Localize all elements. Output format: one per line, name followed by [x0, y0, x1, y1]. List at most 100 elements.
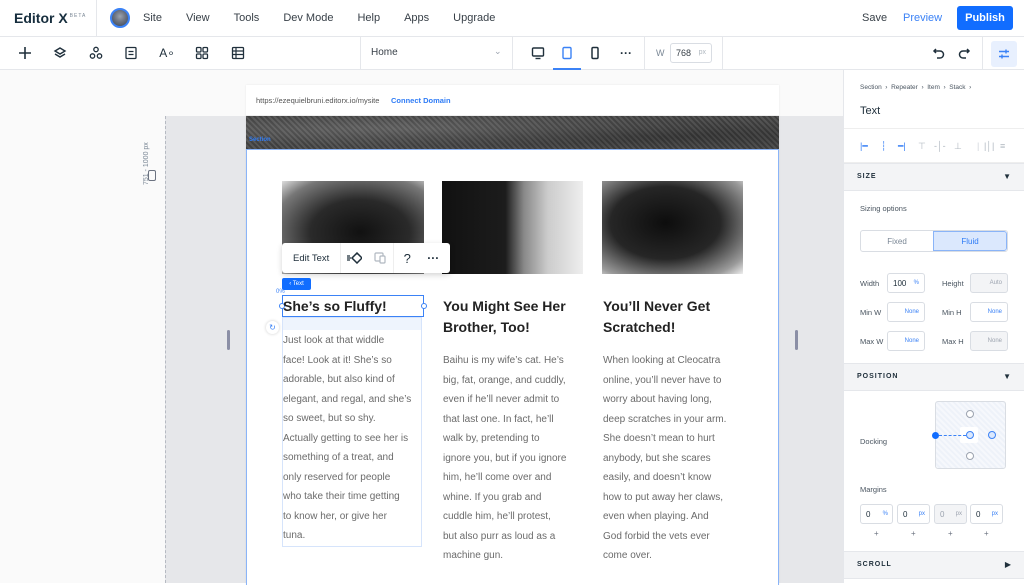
breadcrumb-item[interactable]: Item: [927, 84, 940, 91]
sizing-fluid-option[interactable]: Fluid: [933, 231, 1007, 251]
cms-table-icon[interactable]: [229, 44, 247, 62]
connect-domain-link[interactable]: Connect Domain: [391, 96, 451, 105]
section-tag[interactable]: Section: [249, 137, 271, 143]
align-bottom-icon[interactable]: ⊥: [954, 141, 962, 152]
size-section-header[interactable]: SIZE ▼: [844, 163, 1024, 191]
preview-button[interactable]: Preview: [903, 12, 942, 24]
undo-icon[interactable]: [930, 44, 948, 62]
breadcrumb-item[interactable]: Stack: [949, 84, 965, 91]
min-height-input[interactable]: None: [970, 302, 1008, 322]
tablet-icon[interactable]: [558, 44, 576, 62]
breadcrumb-item[interactable]: Repeater: [891, 84, 918, 91]
add-margin-icon[interactable]: +: [911, 529, 916, 538]
margin-left-input[interactable]: 0%: [860, 504, 893, 524]
selected-element-tag[interactable]: ‹ Text: [282, 278, 311, 290]
align-left-icon[interactable]: |━: [860, 141, 868, 152]
divider: [982, 37, 983, 70]
edit-text-button[interactable]: Edit Text: [282, 253, 340, 264]
menu-apps[interactable]: Apps: [404, 12, 429, 24]
collapse-icon: ▼: [1003, 372, 1011, 381]
add-margin-icon[interactable]: +: [874, 529, 879, 538]
scroll-section-header[interactable]: SCROLL ▶: [844, 551, 1024, 579]
layers-icon[interactable]: [51, 44, 69, 62]
canvas-width-input[interactable]: 768 px: [670, 43, 712, 63]
resize-handle-right[interactable]: [421, 303, 427, 309]
add-margin-icon[interactable]: +: [948, 529, 953, 538]
more-icon[interactable]: ···: [617, 44, 635, 62]
dock-right[interactable]: [988, 431, 996, 439]
site-preview: https://ezequielbruni.editorx.io/mysite …: [246, 85, 779, 585]
dock-bottom[interactable]: [966, 452, 974, 460]
apps-grid-icon[interactable]: [193, 44, 211, 62]
max-width-input[interactable]: None: [887, 331, 925, 351]
sizing-fixed-option[interactable]: Fixed: [861, 231, 933, 251]
card-heading[interactable]: You Might See Her Brother, Too!: [443, 296, 566, 338]
dock-top[interactable]: [966, 410, 974, 418]
width-label: Width: [860, 279, 880, 288]
breadcrumb-item[interactable]: Section: [860, 84, 882, 91]
avatar[interactable]: [110, 8, 130, 28]
cat-image-2[interactable]: [442, 181, 583, 274]
more-icon[interactable]: ···: [420, 251, 446, 265]
publish-button[interactable]: Publish: [957, 6, 1013, 30]
card-heading[interactable]: She’s so Fluffy!: [283, 296, 387, 317]
max-height-label: Max H: [942, 337, 964, 346]
align-middle-icon[interactable]: -│-: [934, 141, 946, 151]
redo-icon[interactable]: [955, 44, 973, 62]
distribute-vertical-icon[interactable]: ≡: [1000, 141, 1005, 151]
margin-bottom-input[interactable]: 0 px: [970, 504, 1003, 524]
tablet-icon: [148, 170, 156, 181]
min-width-input[interactable]: None: [887, 302, 925, 322]
help-icon[interactable]: ?: [394, 251, 420, 266]
width-label: W: [656, 48, 665, 58]
margin-right-input[interactable]: 0 px: [934, 504, 967, 524]
card-body[interactable]: Baihu is my wife’s cat. He’s big, fat, or…: [443, 351, 566, 566]
margin-top-input[interactable]: 0 px: [897, 504, 930, 524]
mobile-icon[interactable]: [586, 44, 604, 62]
card-body[interactable]: When looking at Cleocatra online, you’ll …: [603, 351, 726, 566]
divider: [360, 37, 361, 70]
responsive-icon[interactable]: [367, 252, 393, 264]
save-button[interactable]: Save: [862, 12, 887, 24]
menu-tools[interactable]: Tools: [234, 12, 260, 24]
max-height-input[interactable]: None: [970, 331, 1008, 351]
components-icon[interactable]: [87, 44, 105, 62]
align-top-icon[interactable]: ⊤: [918, 141, 926, 152]
height-input[interactable]: Auto: [970, 273, 1008, 293]
page-selector[interactable]: Home: [371, 47, 398, 58]
canvas-area: 751 - 1000 px https://ezequielbruni.edit…: [0, 70, 843, 585]
distribute-horizontal-icon[interactable]: |│|: [984, 141, 994, 151]
right-resize-handle[interactable]: [795, 330, 798, 350]
theme-icon[interactable]: A∘: [158, 44, 176, 62]
position-section-header[interactable]: POSITION ▼: [844, 363, 1024, 391]
reset-icon[interactable]: ↻: [266, 321, 279, 334]
expand-icon: ▶: [1004, 560, 1011, 569]
sizing-options-label: Sizing options: [860, 204, 907, 213]
min-width-label: Min W: [860, 308, 882, 317]
cat-image-3[interactable]: [602, 181, 743, 274]
inspector-toggle-icon[interactable]: [991, 41, 1017, 67]
divider: [96, 0, 97, 37]
align-center-icon[interactable]: ┆: [881, 141, 886, 152]
menu-dev-mode[interactable]: Dev Mode: [283, 12, 333, 24]
align-right-icon[interactable]: ━|: [898, 141, 906, 152]
desktop-icon[interactable]: [529, 44, 547, 62]
card-body[interactable]: Just look at that widdle face! Look at it…: [283, 331, 411, 546]
pages-icon[interactable]: [122, 44, 140, 62]
left-resize-handle[interactable]: [227, 330, 230, 350]
menu-upgrade[interactable]: Upgrade: [453, 12, 495, 24]
add-margin-icon[interactable]: +: [984, 529, 989, 538]
animation-icon[interactable]: [341, 252, 367, 264]
add-icon[interactable]: [16, 44, 34, 62]
menu-site[interactable]: Site: [143, 12, 162, 24]
site-url: https://ezequielbruni.editorx.io/mysite: [256, 96, 380, 105]
breadcrumb: Section › Repeater › Item › Stack ›: [860, 84, 972, 91]
menu-help[interactable]: Help: [357, 12, 380, 24]
chevron-down-icon[interactable]: ⌄: [494, 46, 502, 57]
card-heading[interactable]: You’ll Never Get Scratched!: [603, 296, 710, 338]
width-input[interactable]: 100%: [887, 273, 925, 293]
dock-left-active[interactable]: [932, 432, 939, 439]
dock-center[interactable]: [966, 431, 974, 439]
dock-connector: [939, 435, 966, 436]
menu-view[interactable]: View: [186, 12, 210, 24]
